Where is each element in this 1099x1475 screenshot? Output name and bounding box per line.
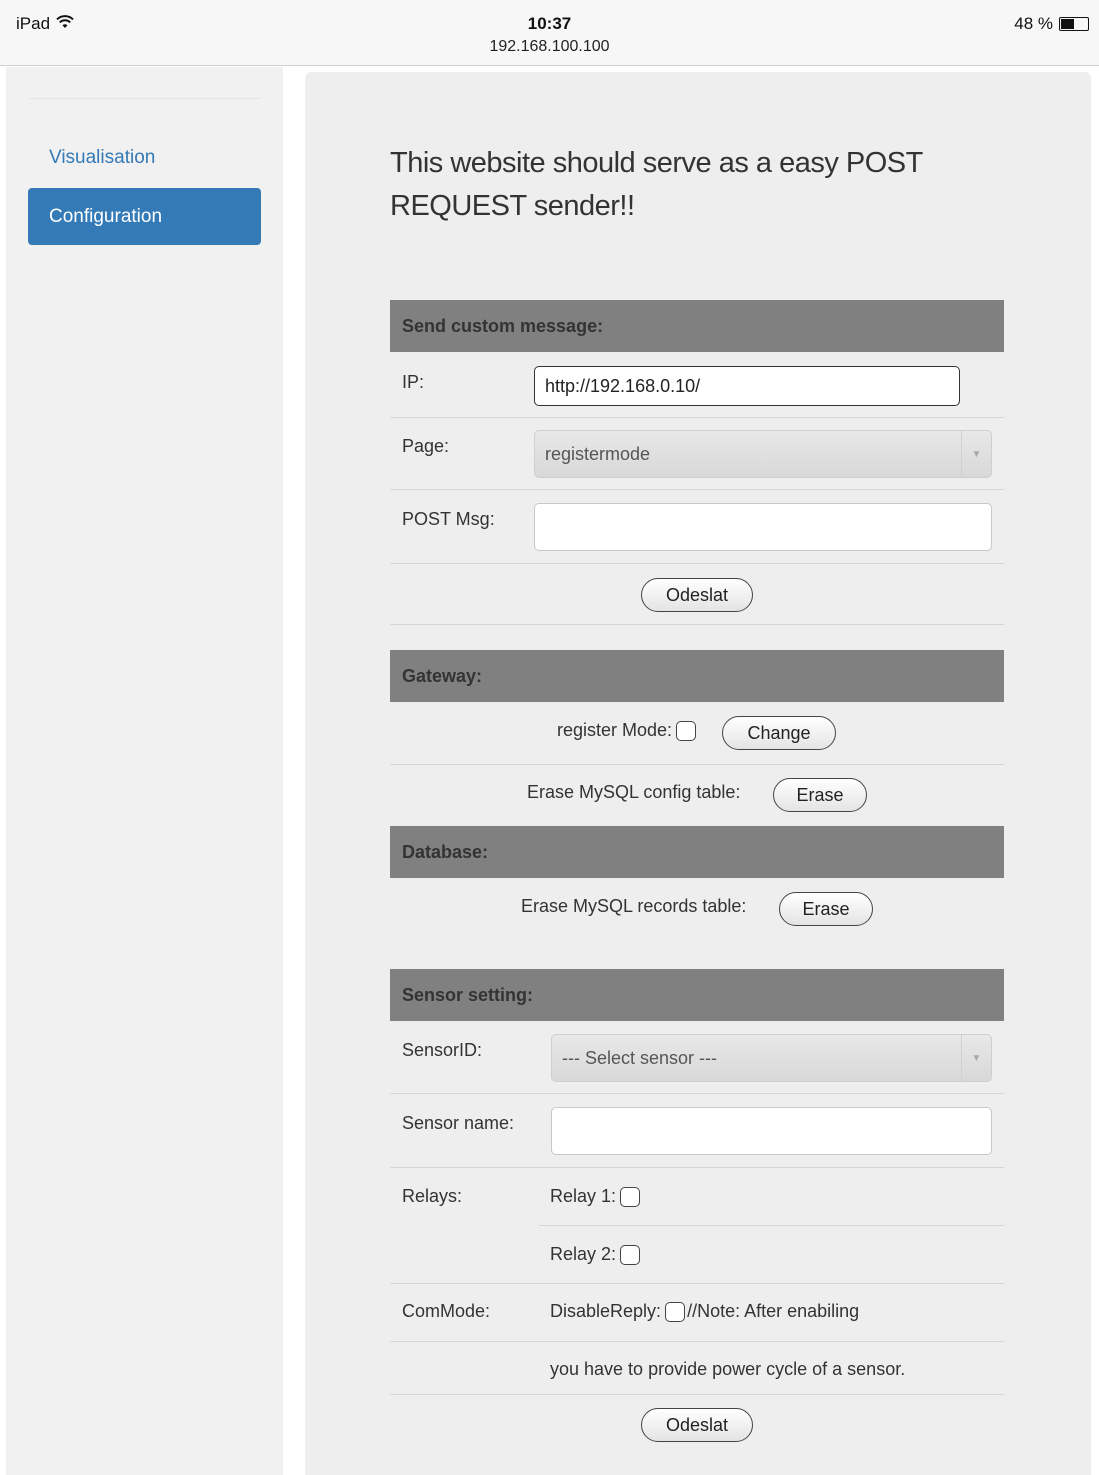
section-header-custom-message: Send custom message: [390,300,1004,352]
row-divider [390,764,1004,765]
register-mode-row: register Mode: [557,720,697,742]
sensor-name-label: Sensor name: [402,1113,515,1133]
section-header-sensor: Sensor setting: [390,969,1004,1021]
relay1-label: Relay 1: [550,1186,617,1206]
section-header-gateway: Gateway: [390,650,1004,702]
relay2-row: Relay 2: [550,1244,641,1266]
relay2-label: Relay 2: [550,1244,617,1264]
row-divider [390,624,1004,625]
status-right: 48 % [1014,14,1089,34]
relays-label: Relays: [402,1186,463,1206]
sidebar-item-configuration[interactable]: Configuration [28,188,261,245]
send-message-button[interactable]: Odeslat [641,578,753,612]
chevron-down-icon: ▼ [961,1035,991,1081]
change-button[interactable]: Change [722,716,836,750]
main-panel: This website should serve as a easy POST… [305,72,1091,1475]
note-text: //Note: After enabiling [687,1301,860,1321]
disable-reply-label: DisableReply: [550,1301,662,1321]
page-label: Page: [402,436,450,456]
row-divider [390,1341,1004,1342]
page-select-value: registermode [545,443,651,464]
register-mode-checkbox[interactable] [676,721,697,742]
post-msg-input[interactable] [534,503,992,551]
relay2-checkbox[interactable] [620,1245,641,1266]
commode-label: ComMode: [402,1301,491,1321]
sidebar-divider [28,98,261,99]
address-bar[interactable]: 192.168.100.100 [0,38,1099,56]
erase-records-label: Erase MySQL records table: [521,896,747,916]
row-divider [539,1225,1004,1226]
erase-records-button[interactable]: Erase [779,892,873,926]
post-msg-label: POST Msg: [402,509,495,529]
row-divider [390,417,1004,418]
row-divider [390,1283,1004,1284]
sensor-id-select[interactable]: --- Select sensor --- ▼ [551,1034,992,1082]
row-divider [390,1093,1004,1094]
erase-config-label: Erase MySQL config table: [527,782,741,802]
section-header-database: Database: [390,826,1004,878]
erase-config-button[interactable]: Erase [773,778,867,812]
relay1-row: Relay 1: [550,1186,641,1208]
status-bar: iPad 10:37 192.168.100.100 48 % [0,0,1099,66]
status-center: 10:37 192.168.100.100 [0,14,1099,56]
sidebar-item-visualisation[interactable]: Visualisation [28,129,261,186]
sensor-id-label: SensorID: [402,1040,483,1060]
row-divider [390,1167,1004,1168]
register-mode-label: register Mode: [557,720,673,740]
page-headline: This website should serve as a easy POST… [390,147,923,222]
sensor-id-select-value: --- Select sensor --- [562,1047,718,1068]
row-divider [390,489,1004,490]
sensor-name-input[interactable] [551,1107,992,1155]
sidebar: Visualisation Configuration [6,67,283,1475]
disable-reply-row: DisableReply: //Note: After enabiling [550,1301,860,1323]
send-sensor-button[interactable]: Odeslat [641,1408,753,1442]
clock: 10:37 [527,14,572,33]
disable-reply-checkbox[interactable] [665,1302,686,1323]
battery-icon [1059,17,1089,31]
ip-label: IP: [402,372,425,392]
note-text-continued: you have to provide power cycle of a sen… [550,1359,906,1379]
page-select[interactable]: registermode ▼ [534,430,992,478]
relay1-checkbox[interactable] [620,1187,641,1208]
chevron-down-icon: ▼ [961,431,991,477]
row-divider [390,1394,1004,1395]
row-divider [390,563,1004,564]
battery-percent: 48 % [1014,14,1053,33]
ip-input[interactable]: http://192.168.0.10/ [534,366,960,406]
